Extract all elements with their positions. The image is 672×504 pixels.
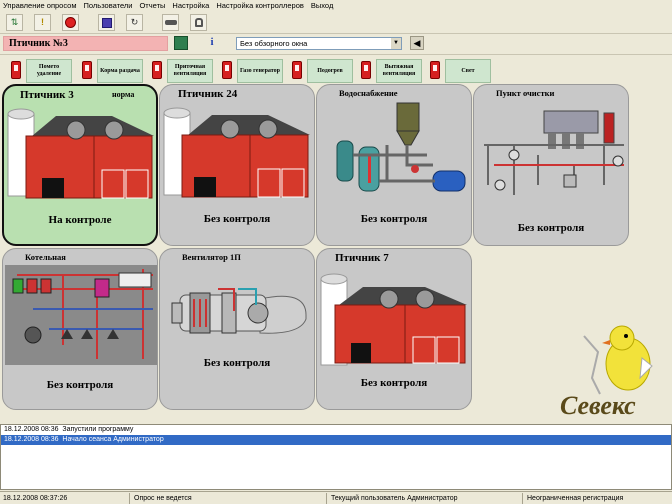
refresh-button[interactable]: ↻ <box>126 14 143 31</box>
tile-fan[interactable]: Вентилятор 1П Без контроля <box>159 248 315 410</box>
tile-status: Без контроля <box>203 213 271 225</box>
status-bar: 18.12.2008 08:37:26 Опрос не ведется Тек… <box>0 491 672 504</box>
alert-button[interactable]: ! <box>34 14 51 31</box>
tile-title: Птичник 24 <box>178 88 238 100</box>
switch-icon[interactable] <box>430 61 440 79</box>
tile-status: Без контроля <box>360 377 428 389</box>
tile-cleaning[interactable]: Пункт очистки Без контроля <box>473 84 629 246</box>
exclamation-icon: ! <box>41 17 44 27</box>
tile-status: Без контроля <box>517 222 585 234</box>
chevron-down-icon[interactable]: ▼ <box>391 38 401 49</box>
control-label: Приточная вентиляция <box>167 59 213 83</box>
log-entry[interactable]: 18.12.2008 08:36 Начало сеанса Администр… <box>1 435 671 445</box>
status-datetime: 18.12.2008 08:37:26 <box>0 493 130 504</box>
menu-controller-settings[interactable]: Настройка контроллеров <box>216 1 304 10</box>
switch-icon[interactable] <box>222 61 232 79</box>
event-log[interactable]: 18.12.2008 08:36 Запустили программу 18.… <box>0 424 672 490</box>
tile-title: Птичник 3 <box>20 89 74 101</box>
tile-status: Без контроля <box>46 379 114 391</box>
control-label: Помето удаление <box>26 59 72 83</box>
status-user: Текущий пользователь Администратор <box>328 493 523 504</box>
switch-icon[interactable] <box>292 61 302 79</box>
refresh-icon: ↻ <box>130 17 139 27</box>
sound-button[interactable]: ◀ <box>410 36 424 50</box>
control-label: Корма раздача <box>97 59 143 83</box>
switch-icon[interactable] <box>152 61 162 79</box>
tile-status: На контроле <box>48 214 112 226</box>
tile-title: Птичник 7 <box>335 252 389 264</box>
control-label: Подогрев <box>307 59 353 83</box>
logo-text: Севекс <box>560 391 636 420</box>
title-row: Птичник №3 i Без обзорного окна ▼ ◀ <box>0 35 672 52</box>
tile-house-3[interactable]: Птичник 3 норма На контроле <box>2 84 158 246</box>
tile-status: Без контроля <box>360 213 428 225</box>
menu-users[interactable]: Пользователи <box>84 1 133 10</box>
key-icon <box>164 20 177 25</box>
toolbar: ⇅ ! ↻ <box>0 12 672 34</box>
grid-button[interactable] <box>174 36 188 50</box>
speaker-icon: ◀ <box>413 38 421 48</box>
tile-title: Вентилятор 1П <box>182 252 241 262</box>
menu-settings[interactable]: Настройка <box>172 1 209 10</box>
tile-house-24[interactable]: Птичник 24 Без контроля <box>159 84 315 246</box>
equipment-controls: Помето удаление Корма раздача Приточная … <box>0 54 672 83</box>
info-button[interactable]: i <box>205 36 219 50</box>
view-select[interactable]: Без обзорного окна ▼ <box>236 37 402 50</box>
control-label: Свет <box>445 59 491 83</box>
tile-title: Водоснабжение <box>339 88 398 98</box>
tile-boiler[interactable]: Котельная Без контроля <box>2 248 158 410</box>
stop-button[interactable] <box>62 14 79 31</box>
fan-icon <box>171 288 307 334</box>
tile-house-7[interactable]: Птичник 7 Без контроля <box>316 248 472 410</box>
lock-icon <box>194 18 203 27</box>
stop-icon <box>65 17 76 28</box>
info-icon: i <box>210 36 214 48</box>
menu-bar: Управление опросом Пользователи Отчеты Н… <box>0 0 672 11</box>
switch-icon[interactable] <box>361 61 371 79</box>
status-poll: Опрос не ведется <box>131 493 327 504</box>
tile-title: Пункт очистки <box>496 88 555 98</box>
chick-icon: Севекс <box>560 325 653 420</box>
menu-reports[interactable]: Отчеты <box>139 1 165 10</box>
network-icon: ⇅ <box>10 17 19 27</box>
view-select-value: Без обзорного окна <box>240 39 308 48</box>
key-button[interactable] <box>162 14 179 31</box>
menu-exit[interactable]: Выход <box>311 1 333 10</box>
control-label: Газо генератор <box>237 59 283 83</box>
network-button[interactable]: ⇅ <box>6 14 23 31</box>
chart-icon <box>101 17 112 28</box>
log-entry[interactable]: 18.12.2008 08:36 Запустили программу <box>1 425 671 435</box>
tile-water[interactable]: Водоснабжение Без контроля <box>316 84 472 246</box>
house-title: Птичник №3 <box>3 36 168 51</box>
company-logo: Севекс <box>556 318 664 420</box>
report-button[interactable] <box>98 14 115 31</box>
lock-button[interactable] <box>190 14 207 31</box>
menu-polling[interactable]: Управление опросом <box>3 1 77 10</box>
tile-norm: норма <box>112 90 135 99</box>
control-label: Вытяжная вентиляция <box>376 59 422 83</box>
tile-title: Котельная <box>25 252 66 262</box>
switch-icon[interactable] <box>82 61 92 79</box>
switch-icon[interactable] <box>11 61 21 79</box>
status-registration: Неограниченная регистрация <box>527 495 624 502</box>
tile-status: Без контроля <box>203 357 271 369</box>
